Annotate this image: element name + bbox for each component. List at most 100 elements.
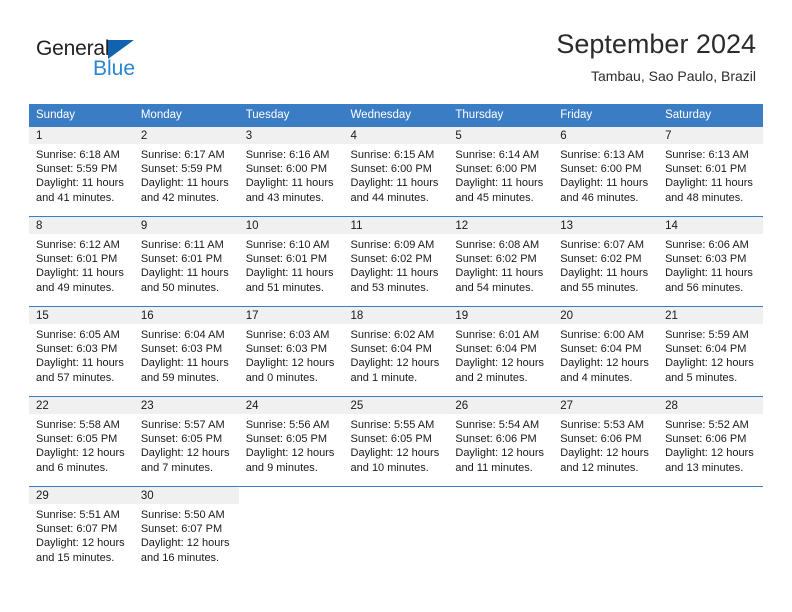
sunset-text: Sunset: 6:05 PM [350, 433, 432, 446]
calendar-day-cell[interactable]: 6 Sunrise: 6:13 AM Sunset: 6:00 PM Daylight… [553, 126, 659, 217]
calendar-day-cell-empty [238, 486, 344, 576]
daylight-text-line1: Daylight: 11 hours [245, 267, 334, 280]
calendar-day-cell[interactable]: 23 Sunrise: 5:57 AM Sunset: 6:05 PM Dayligh… [133, 396, 239, 487]
calendar-day-cell[interactable]: 2 Sunrise: 6:17 AM Sunset: 5:59 PM Daylight… [133, 126, 239, 217]
calendar-day-cell[interactable]: 17 Sunrise: 6:03 AM Sunset: 6:03 PM Dayligh… [238, 306, 344, 397]
sunrise-text: Sunrise: 5:52 AM [665, 419, 749, 431]
daylight-text-line1: Daylight: 11 hours [665, 267, 753, 280]
calendar-week-row: 8 Sunrise: 6:12 AM Sunset: 6:01 PM Daylight… [29, 216, 763, 307]
calendar-day-cell[interactable]: 13 Sunrise: 6:07 AM Sunset: 6:02 PM Dayligh… [553, 216, 659, 307]
calendar-day-cell[interactable]: 27 Sunrise: 5:53 AM Sunset: 6:06 PM Dayligh… [553, 396, 659, 487]
sunset-text: Sunset: 6:04 PM [560, 343, 642, 356]
calendar-day-cell[interactable]: 18 Sunrise: 6:02 AM Sunset: 6:04 PM Dayligh… [343, 306, 449, 397]
sunrise-text: Sunrise: 5:53 AM [560, 419, 644, 431]
sunset-text: Sunset: 6:03 PM [665, 253, 747, 266]
sunset-text: Sunset: 6:02 PM [455, 253, 537, 266]
sunrise-text: Sunrise: 5:51 AM [36, 509, 120, 521]
sunrise-text: Sunrise: 6:15 AM [350, 149, 435, 161]
calendar-day-cell[interactable]: 19 Sunrise: 6:01 AM Sunset: 6:04 PM Dayligh… [448, 306, 554, 397]
daylight-text-line1: Daylight: 11 hours [140, 177, 229, 190]
weekday-header-4: Thursday [448, 104, 554, 127]
day-details: Sunrise: 5:50 AM Sunset: 6:07 PM Daylight:… [134, 504, 239, 565]
day-details: Sunrise: 6:10 AM Sunset: 6:01 PM Daylight:… [239, 234, 344, 295]
day-cell-inner: 21 Sunrise: 5:59 AM Sunset: 6:04 PM Dayligh… [658, 307, 763, 396]
calendar-header-row: Sunday Monday Tuesday Wednesday Thursday Frid… [29, 104, 763, 127]
daylight-text-line2: and 55 minutes. [560, 281, 639, 294]
sunrise-text: Sunrise: 6:13 AM [560, 149, 644, 161]
day-details: Sunrise: 6:01 AM Sunset: 6:04 PM Daylight:… [448, 324, 553, 385]
day-number: 18 [343, 307, 449, 324]
calendar-day-cell[interactable]: 10 Sunrise: 6:10 AM Sunset: 6:01 PM Dayligh… [238, 216, 344, 307]
day-cell-inner: 6 Sunrise: 6:13 AM Sunset: 6:00 PM Daylight… [553, 127, 659, 216]
calendar-body: 1 Sunrise: 6:18 AM Sunset: 5:59 PM Daylight… [29, 126, 763, 576]
calendar-day-cell[interactable]: 30 Sunrise: 5:50 AM Sunset: 6:07 PM Dayligh… [133, 486, 239, 576]
sunset-text: Sunset: 6:01 PM [36, 253, 118, 266]
daylight-text-line2: and 46 minutes. [560, 191, 639, 204]
weekday-header-1: Monday [133, 104, 239, 127]
sunrise-text: Sunrise: 6:18 AM [36, 149, 120, 161]
daylight-text-line2: and 42 minutes. [140, 191, 220, 204]
sunset-text: Sunset: 6:03 PM [140, 343, 223, 356]
daylight-text-line2: and 15 minutes. [36, 551, 115, 564]
daylight-text-line2: and 54 minutes. [455, 281, 534, 294]
calendar-day-cell[interactable]: 24 Sunrise: 5:56 AM Sunset: 6:05 PM Dayligh… [238, 396, 344, 487]
daylight-text-line1: Daylight: 12 hours [350, 357, 440, 370]
daylight-text-line2: and 57 minutes. [36, 371, 115, 384]
calendar-day-cell[interactable]: 16 Sunrise: 6:04 AM Sunset: 6:03 PM Dayligh… [133, 306, 239, 397]
sunrise-text: Sunrise: 5:59 AM [665, 329, 749, 341]
day-details: Sunrise: 5:54 AM Sunset: 6:06 PM Daylight:… [448, 414, 553, 475]
day-details [344, 504, 449, 508]
sunset-text: Sunset: 6:06 PM [665, 433, 747, 446]
day-details [239, 504, 344, 508]
day-number: 19 [448, 307, 554, 324]
calendar-day-cell[interactable]: 8 Sunrise: 6:12 AM Sunset: 6:01 PM Daylight… [29, 216, 134, 307]
daylight-text-line2: and 7 minutes. [140, 461, 213, 474]
sunset-text: Sunset: 6:06 PM [560, 433, 642, 446]
daylight-text-line1: Daylight: 12 hours [560, 447, 649, 460]
day-cell-inner: 29 Sunrise: 5:51 AM Sunset: 6:07 PM Dayligh… [29, 487, 134, 576]
sunrise-text: Sunrise: 6:02 AM [350, 329, 435, 341]
daylight-text-line1: Daylight: 11 hours [140, 267, 229, 280]
day-cell-inner: 9 Sunrise: 6:11 AM Sunset: 6:01 PM Daylight… [133, 217, 239, 306]
calendar-day-cell[interactable]: 7 Sunrise: 6:13 AM Sunset: 6:01 PM Daylight… [658, 126, 763, 217]
day-cell-inner: 1 Sunrise: 6:18 AM Sunset: 5:59 PM Daylight… [29, 127, 134, 216]
daylight-text-line2: and 4 minutes. [560, 371, 633, 384]
calendar-day-cell-empty [553, 486, 659, 576]
weekday-header-3: Wednesday [343, 104, 449, 127]
calendar-day-cell[interactable]: 15 Sunrise: 6:05 AM Sunset: 6:03 PM Dayligh… [29, 306, 134, 397]
daylight-text-line1: Daylight: 11 hours [36, 357, 124, 370]
day-cell-inner [238, 487, 344, 576]
day-number: 3 [238, 127, 344, 144]
calendar-day-cell[interactable]: 22 Sunrise: 5:58 AM Sunset: 6:05 PM Dayligh… [29, 396, 134, 487]
calendar-day-cell[interactable]: 21 Sunrise: 5:59 AM Sunset: 6:04 PM Dayligh… [658, 306, 763, 397]
day-cell-inner: 30 Sunrise: 5:50 AM Sunset: 6:07 PM Dayligh… [133, 487, 239, 576]
calendar-day-cell[interactable]: 5 Sunrise: 6:14 AM Sunset: 6:00 PM Daylight… [448, 126, 554, 217]
calendar-day-cell[interactable]: 14 Sunrise: 6:06 AM Sunset: 6:03 PM Dayligh… [658, 216, 763, 307]
daylight-text-line2: and 49 minutes. [36, 281, 115, 294]
calendar-day-cell[interactable]: 11 Sunrise: 6:09 AM Sunset: 6:02 PM Dayligh… [343, 216, 449, 307]
calendar-day-cell[interactable]: 1 Sunrise: 6:18 AM Sunset: 5:59 PM Daylight… [29, 126, 134, 217]
calendar-day-cell[interactable]: 29 Sunrise: 5:51 AM Sunset: 6:07 PM Dayligh… [29, 486, 134, 576]
day-details: Sunrise: 6:09 AM Sunset: 6:02 PM Daylight:… [344, 234, 449, 295]
sunset-text: Sunset: 6:00 PM [245, 163, 328, 176]
daylight-text-line2: and 53 minutes. [350, 281, 429, 294]
calendar-day-cell[interactable]: 4 Sunrise: 6:15 AM Sunset: 6:00 PM Daylight… [343, 126, 449, 217]
day-number: 7 [658, 127, 763, 144]
day-number: 11 [343, 217, 449, 234]
calendar-day-cell[interactable]: 12 Sunrise: 6:08 AM Sunset: 6:02 PM Dayligh… [448, 216, 554, 307]
sunrise-text: Sunrise: 5:54 AM [455, 419, 540, 431]
calendar-day-cell[interactable]: 28 Sunrise: 5:52 AM Sunset: 6:06 PM Dayligh… [658, 396, 763, 487]
day-cell-inner: 15 Sunrise: 6:05 AM Sunset: 6:03 PM Dayligh… [29, 307, 134, 396]
calendar-day-cell[interactable]: 25 Sunrise: 5:55 AM Sunset: 6:05 PM Dayligh… [343, 396, 449, 487]
day-details: Sunrise: 6:16 AM Sunset: 6:00 PM Daylight:… [239, 144, 344, 205]
calendar-day-cell[interactable]: 9 Sunrise: 6:11 AM Sunset: 6:01 PM Daylight… [133, 216, 239, 307]
calendar-day-cell[interactable]: 3 Sunrise: 6:16 AM Sunset: 6:00 PM Daylight… [238, 126, 344, 217]
calendar-day-cell[interactable]: 20 Sunrise: 6:00 AM Sunset: 6:04 PM Dayligh… [553, 306, 659, 397]
day-number: 28 [658, 397, 763, 414]
sunrise-text: Sunrise: 6:00 AM [560, 329, 644, 341]
sunset-text: Sunset: 6:07 PM [140, 523, 223, 536]
calendar-day-cell-empty [448, 486, 554, 576]
daylight-text-line2: and 11 minutes. [455, 461, 533, 474]
day-cell-inner: 12 Sunrise: 6:08 AM Sunset: 6:02 PM Dayligh… [448, 217, 554, 306]
calendar-day-cell[interactable]: 26 Sunrise: 5:54 AM Sunset: 6:06 PM Dayligh… [448, 396, 554, 487]
